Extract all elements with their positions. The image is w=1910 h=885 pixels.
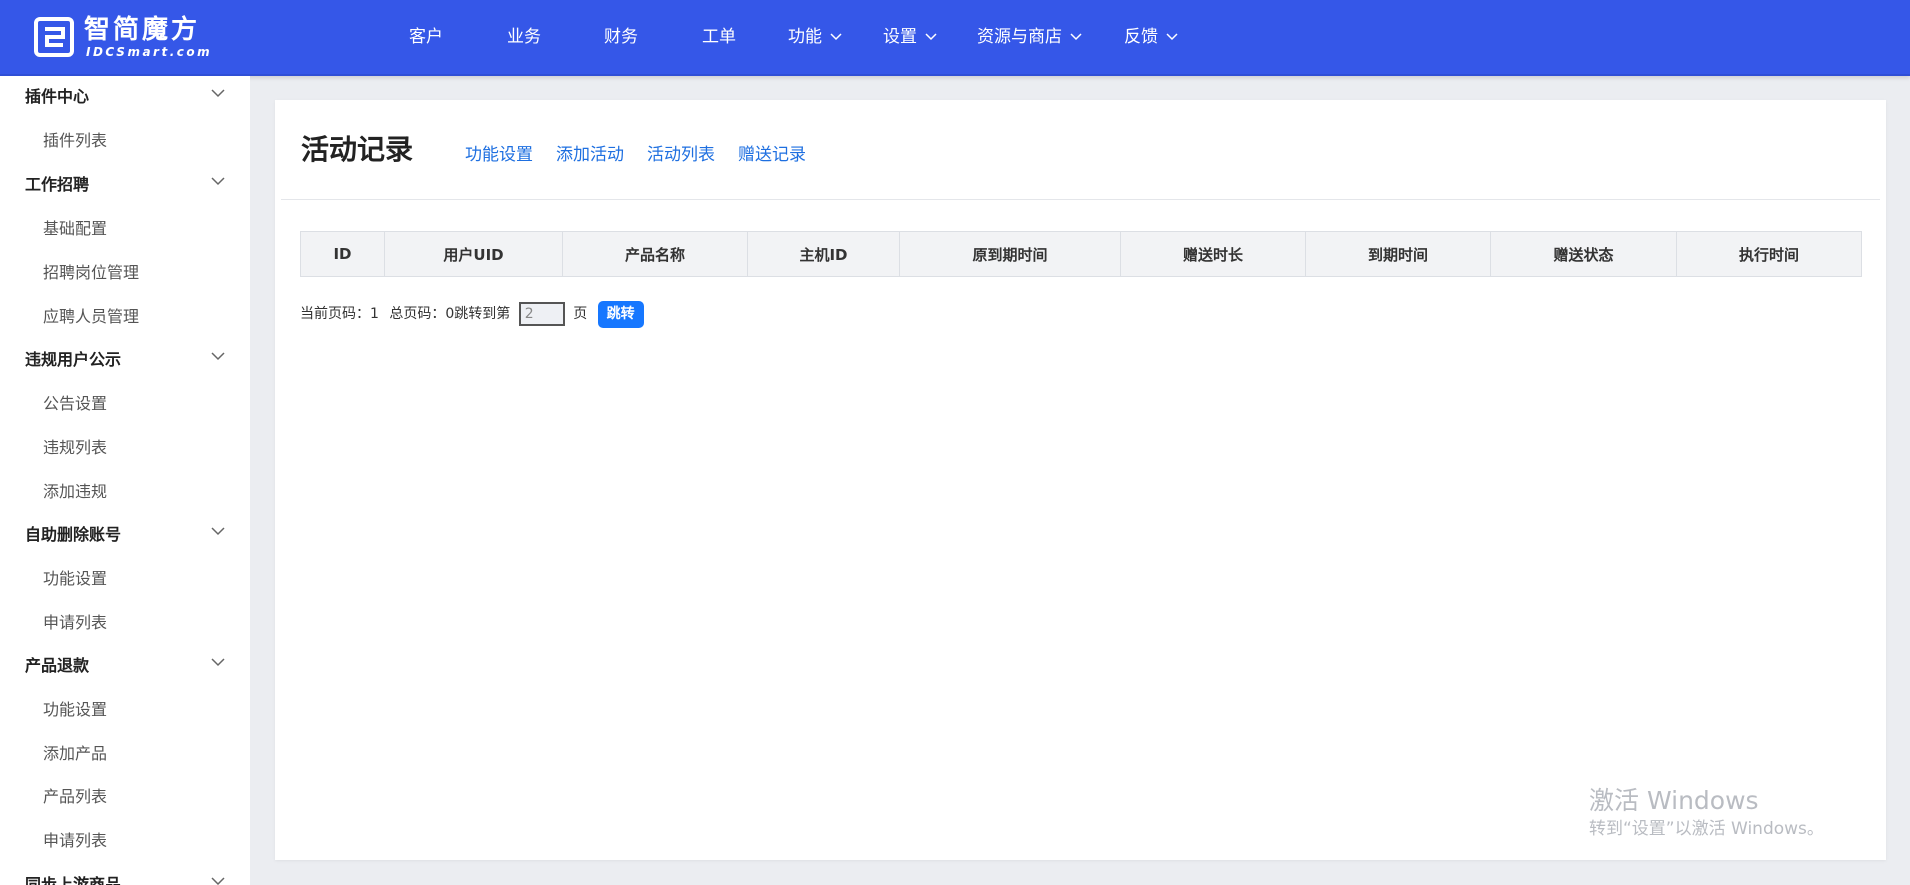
sidebar-item-refund-application-list[interactable]: 申请列表 [43,828,107,854]
top-navbar: 智简魔方 IDCSmart.com 客户 业务 财务 工单 功能 设置 资源与商… [0,0,1910,76]
watermark-subtitle: 转到“设置”以激活 Windows。 [1589,819,1824,839]
col-header-execution-time[interactable]: 执行时间 [1676,231,1862,277]
jump-prefix-label: 跳转到第 [454,306,511,322]
chevron-down-icon [211,527,225,536]
chevron-down-icon [211,177,225,186]
current-page-label: 当前页码： [300,306,370,322]
tab-gift-records[interactable]: 赠送记录 [738,140,806,165]
sidebar-group-sync-upstream-products[interactable]: 同步上游商品 [25,872,225,885]
nav-label: 设置 [883,27,917,47]
col-header-expiry[interactable]: 到期时间 [1305,231,1491,277]
sidebar-item-feature-settings[interactable]: 功能设置 [43,566,107,592]
chevron-down-icon [211,658,225,667]
windows-activation-watermark: 激活 Windows 转到“设置”以激活 Windows。 [1589,785,1824,841]
sidebar-item-product-list[interactable]: 产品列表 [43,784,107,810]
nav-finance[interactable]: 财务 [604,22,638,52]
sidebar-group-label: 同步上游商品 [25,875,122,885]
sidebar-group-violation-notice[interactable]: 违规用户公示 [25,347,225,373]
sidebar-item-add-violation[interactable]: 添加违规 [43,479,107,505]
chevron-down-icon [830,33,842,41]
tab-activity-list[interactable]: 活动列表 [647,140,715,165]
pagination: 当前页码：1 总页码：0跳转到第 页 跳转 [300,300,644,328]
sidebar-item-plugin-list[interactable]: 插件列表 [43,128,107,154]
sidebar-group-product-refund[interactable]: 产品退款 [25,653,225,679]
total-pages-label: 总页码： [389,306,446,322]
nav-customers[interactable]: 客户 [409,22,443,52]
chevron-down-icon [1070,33,1082,41]
current-page-value: 1 [370,306,379,322]
logo-mark-icon [34,17,74,57]
brand-name-cn: 智简魔方 [84,15,201,45]
col-header-original-expiry[interactable]: 原到期时间 [899,231,1121,277]
sidebar-item-applicants[interactable]: 应聘人员管理 [43,304,139,330]
nav-resources-store[interactable]: 资源与商店 [977,22,1082,52]
nav-label: 业务 [507,27,541,47]
brand-name-en: IDCSmart.com [86,45,213,59]
nav-label: 反馈 [1124,27,1158,47]
sidebar-item-refund-feature-settings[interactable]: 功能设置 [43,697,107,723]
records-table: ID 用户UID 产品名称 主机ID 原到期时间 赠送时长 到期时间 赠送状态 … [300,231,1862,277]
sidebar-group-plugin-center[interactable]: 插件中心 [25,84,225,110]
sidebar-group-label: 违规用户公示 [25,350,122,369]
col-header-gift-duration[interactable]: 赠送时长 [1120,231,1306,277]
chevron-down-icon [1166,33,1178,41]
sidebar-item-job-positions[interactable]: 招聘岗位管理 [43,260,139,286]
sidebar-group-recruitment[interactable]: 工作招聘 [25,172,225,198]
nav-label: 财务 [604,27,638,47]
chevron-down-icon [211,352,225,361]
tab-feature-settings[interactable]: 功能设置 [465,140,533,165]
sidebar-item-announcement-settings[interactable]: 公告设置 [43,391,107,417]
sidebar-group-label: 自助删除账号 [25,525,122,544]
nav-label: 资源与商店 [977,27,1062,47]
sidebar-group-label: 工作招聘 [25,175,90,194]
watermark-title: 激活 Windows [1589,786,1759,815]
col-header-host-id[interactable]: 主机ID [747,231,900,277]
header-divider [281,199,1880,200]
chevron-down-icon [211,89,225,98]
col-header-user-uid[interactable]: 用户UID [384,231,563,277]
sidebar-item-add-product[interactable]: 添加产品 [43,741,107,767]
nav-tickets[interactable]: 工单 [702,22,736,52]
nav-business[interactable]: 业务 [507,22,541,52]
page-title: 活动记录 [301,133,414,166]
chevron-down-icon [925,33,937,41]
sidebar: 插件中心 插件列表 工作招聘 基础配置 招聘岗位管理 应聘人员管理 违规用户公示… [0,76,250,885]
main-panel: 活动记录 功能设置 添加活动 活动列表 赠送记录 ID 用户UID 产品名称 主… [275,100,1886,860]
chevron-down-icon [211,877,225,885]
nav-label: 客户 [409,27,443,47]
nav-label: 功能 [788,27,822,47]
sidebar-group-self-delete-account[interactable]: 自助删除账号 [25,522,225,548]
sidebar-item-violation-list[interactable]: 违规列表 [43,435,107,461]
brand-logo[interactable]: 智简魔方 IDCSmart.com [34,15,234,59]
tab-add-activity[interactable]: 添加活动 [556,140,624,165]
col-header-id[interactable]: ID [300,231,385,277]
col-header-gift-status[interactable]: 赠送状态 [1490,231,1677,277]
jump-suffix-label: 页 [573,306,588,322]
col-header-product-name[interactable]: 产品名称 [562,231,748,277]
sidebar-group-label: 插件中心 [25,87,90,106]
table-header-row: ID 用户UID 产品名称 主机ID 原到期时间 赠送时长 到期时间 赠送状态 … [300,231,1862,277]
jump-button[interactable]: 跳转 [597,300,644,328]
sidebar-item-application-list[interactable]: 申请列表 [43,610,107,636]
total-pages-value: 0 [445,306,455,322]
nav-label: 工单 [702,27,736,47]
nav-settings[interactable]: 设置 [883,22,937,52]
sidebar-group-label: 产品退款 [25,656,90,675]
nav-features[interactable]: 功能 [788,22,842,52]
jump-page-input[interactable] [518,302,565,326]
nav-feedback[interactable]: 反馈 [1124,22,1178,52]
sidebar-item-basic-config[interactable]: 基础配置 [43,216,107,242]
